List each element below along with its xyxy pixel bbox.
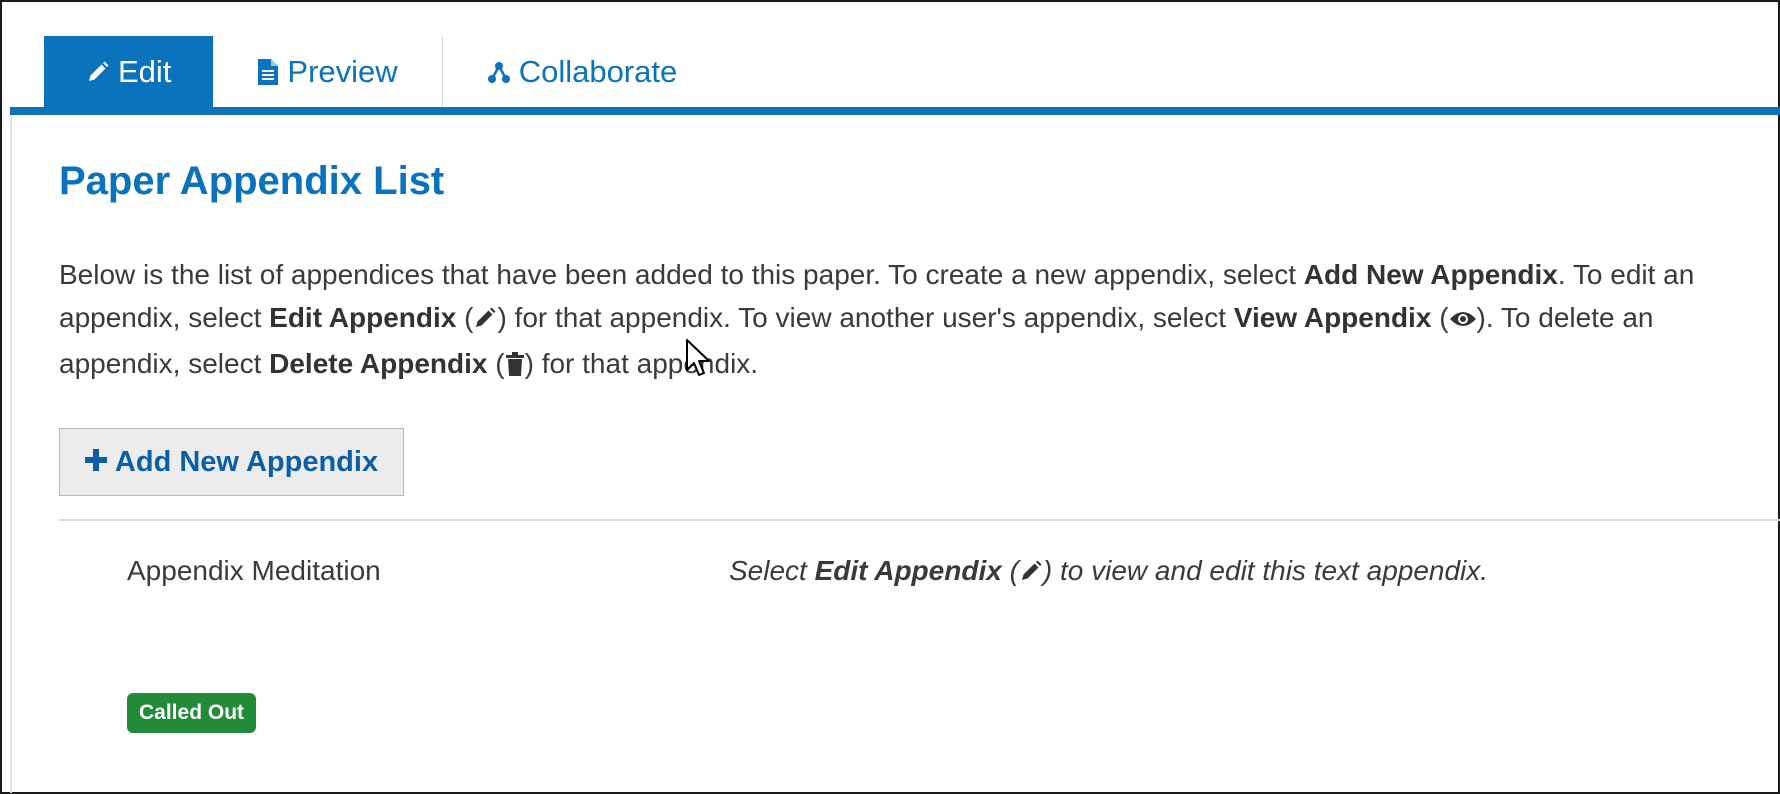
intro-bold: View Appendix — [1233, 302, 1432, 333]
button-label: Add New Appendix — [114, 445, 379, 478]
tab-label: Edit — [118, 54, 172, 89]
intro-text: ( — [456, 302, 474, 333]
intro-bold: Delete Appendix — [269, 348, 488, 379]
tab-collaborate[interactable]: Collaborate — [443, 36, 678, 108]
share-nodes-icon — [487, 60, 511, 84]
appendix-name: Appendix Meditation — [127, 555, 381, 586]
tab-preview[interactable]: Preview — [213, 36, 443, 108]
pencil-icon — [1019, 555, 1043, 586]
appendix-note: Select Edit Appendix ( ) to view and edit… — [729, 549, 1488, 592]
tab-underline — [10, 107, 1780, 115]
intro-bold: Add New Appendix — [1303, 259, 1558, 290]
note-text: Select — [729, 555, 815, 586]
note-text: ) to view and edit this text appendix. — [1042, 555, 1489, 586]
plus-icon — [84, 446, 107, 479]
mouse-cursor-icon — [685, 338, 713, 383]
intro-text: ( — [487, 348, 505, 379]
document-icon — [257, 58, 279, 86]
intro-text: ) for that appendix. — [524, 348, 759, 379]
intro-text: Below is the list of appendices that hav… — [59, 259, 1304, 290]
eye-icon — [1449, 299, 1477, 342]
main-content: Paper Appendix List Below is the list of… — [10, 115, 1780, 793]
instructions-paragraph: Below is the list of appendices that hav… — [59, 253, 1769, 388]
tab-label: Preview — [287, 54, 398, 89]
note-bold: Edit Appendix — [814, 555, 1002, 586]
tab-edit[interactable]: Edit — [44, 36, 214, 108]
trash-icon — [505, 345, 525, 388]
intro-text: ( — [1431, 302, 1449, 333]
note-text: ( — [1001, 555, 1019, 586]
pencil-icon — [473, 299, 497, 342]
page-title: Paper Appendix List — [59, 159, 445, 203]
intro-bold: Edit Appendix — [269, 302, 457, 333]
intro-text: ) for that appendix. To view another use… — [497, 302, 1234, 333]
add-new-appendix-button[interactable]: Add New Appendix — [59, 428, 404, 496]
divider — [59, 519, 1780, 521]
status-badge: Called Out — [127, 693, 257, 733]
pencil-icon — [86, 60, 110, 84]
tab-bar: Edit Preview Collaborate — [44, 36, 677, 108]
window-frame: Edit Preview Collaborate Paper Appendix … — [0, 0, 1780, 794]
tab-label: Collaborate — [518, 54, 678, 89]
